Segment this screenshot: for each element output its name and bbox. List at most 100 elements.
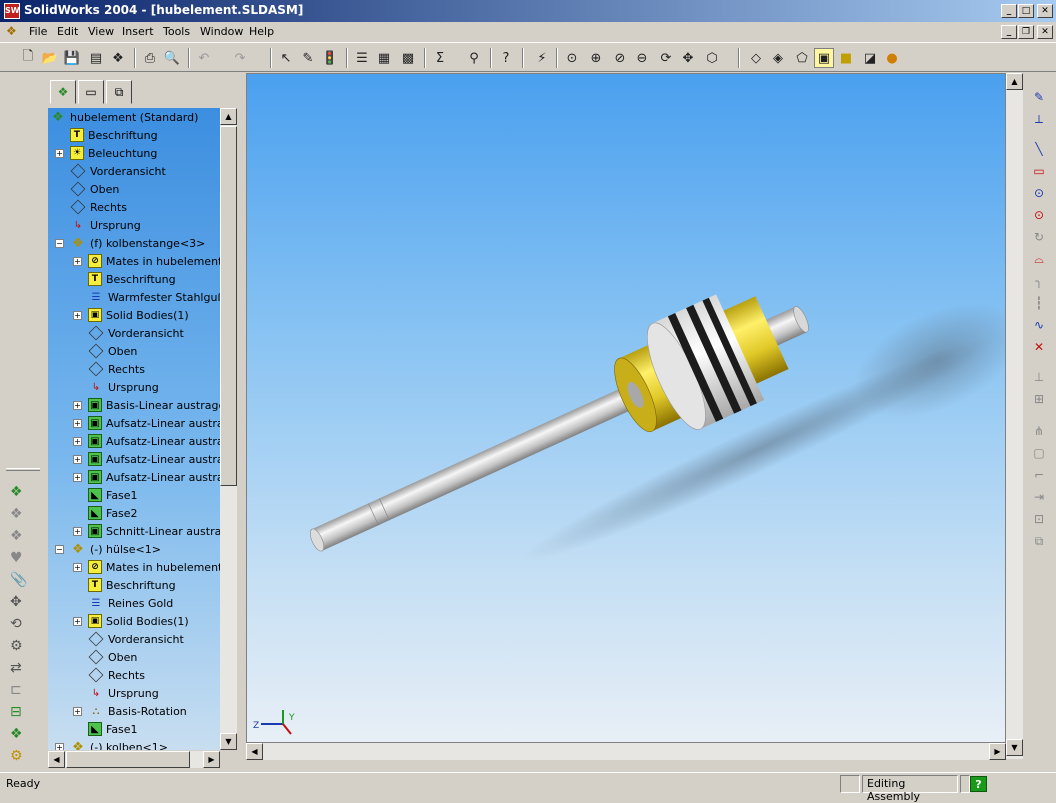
tree-item[interactable]: ▣ Basis-Linear austragen <box>88 396 220 414</box>
tree-item[interactable]: ◣ Fase1 <box>88 720 138 738</box>
tree-item[interactable]: Oben <box>70 180 119 198</box>
color-icon[interactable]: ▦ <box>374 48 394 68</box>
solidworks-icon[interactable]: SW <box>4 3 20 19</box>
tree-item[interactable]: Vorderansicht <box>70 162 166 180</box>
point-icon[interactable]: ✕ <box>1030 338 1048 356</box>
tree-item[interactable]: ▣ Aufsatz-Linear austragen <box>88 450 220 468</box>
hidden-lines-removed-icon[interactable]: ⬠ <box>792 48 812 68</box>
expand-icon[interactable]: + <box>73 419 82 428</box>
new-icon[interactable]: 🗋 <box>18 48 38 68</box>
maximize-button[interactable]: □ <box>1018 4 1034 18</box>
scroll-up-button[interactable]: ▲ <box>1006 73 1023 90</box>
tree-item[interactable]: T Beschriftung <box>88 270 176 288</box>
simulation-icon[interactable]: ⚙ <box>10 748 23 764</box>
help-icon[interactable]: ? <box>496 48 516 68</box>
tree-item[interactable]: ☰ Reines Gold <box>88 594 174 612</box>
redo-icon[interactable]: ↷ <box>230 48 250 68</box>
expand-icon[interactable]: + <box>55 149 64 158</box>
print-preview-icon[interactable]: 🔍 <box>162 48 182 68</box>
offset-entities-icon[interactable]: ▢ <box>1030 444 1048 462</box>
expand-icon[interactable]: + <box>73 527 82 536</box>
tree-item[interactable]: Oben <box>88 342 137 360</box>
trim-icon[interactable]: ⌐ <box>1030 466 1048 484</box>
graphics-area[interactable]: Z Y <box>246 73 1006 743</box>
menu-tools[interactable]: Tools <box>163 25 190 38</box>
move-component-icon[interactable]: ✥ <box>10 594 22 610</box>
tree-item[interactable]: ❖ (-) hülse<1> <box>70 540 161 558</box>
doc-minimize-button[interactable]: _ <box>1001 25 1017 39</box>
sketch-icon[interactable]: ✎ <box>298 48 318 68</box>
rebuild-icon[interactable]: 🚦 <box>320 48 340 68</box>
expand-icon[interactable]: + <box>55 743 64 750</box>
tree-item[interactable]: Rechts <box>88 360 145 378</box>
assembly-features-icon[interactable]: ❖ <box>10 726 23 742</box>
mate-icon[interactable]: 📎 <box>10 572 27 588</box>
pan-icon[interactable]: ✥ <box>678 48 698 68</box>
expand-icon[interactable]: + <box>73 563 82 572</box>
doc-close-button[interactable]: ✕ <box>1037 25 1053 39</box>
rectangle-icon[interactable]: ▭ <box>1030 162 1048 180</box>
tree-item[interactable]: ▣ Aufsatz-Linear austragen <box>88 432 220 450</box>
tree-item[interactable]: T Beschriftung <box>88 576 176 594</box>
linear-pattern-icon[interactable]: ⧉ <box>1030 532 1048 550</box>
smart-mates-icon[interactable]: ⚡ <box>532 48 552 68</box>
scroll-down-button[interactable]: ▼ <box>220 733 237 750</box>
select-icon[interactable]: ↖ <box>276 48 296 68</box>
tree-item[interactable]: ▣ Aufsatz-Linear austragen <box>88 468 220 486</box>
tangent-arc-icon[interactable]: ↻ <box>1030 228 1048 246</box>
doc-restore-button[interactable]: ❐ <box>1018 25 1034 39</box>
options-icon[interactable]: ☰ <box>352 48 372 68</box>
hidden-lines-visible-icon[interactable]: ◈ <box>768 48 788 68</box>
expand-icon[interactable]: + <box>73 473 82 482</box>
shadows-icon[interactable]: ◪ <box>860 48 880 68</box>
zoom-area-icon[interactable]: ⊕ <box>586 48 606 68</box>
tree-item[interactable]: ▣ Solid Bodies(1) <box>88 612 189 630</box>
collapse-icon[interactable]: − <box>55 239 64 248</box>
change-suppression-icon[interactable]: ❖ <box>10 528 23 544</box>
propertymanager-tab-icon[interactable]: ▭ <box>78 80 104 104</box>
scroll-thumb[interactable] <box>220 126 237 486</box>
viewport-vertical-scrollbar[interactable]: ▲ ▼ <box>1006 73 1023 759</box>
expand-icon[interactable]: + <box>73 401 82 410</box>
viewport-horizontal-scrollbar[interactable]: ◀ ▶ <box>246 743 1006 760</box>
sketch-fillet-icon[interactable]: ╮ <box>1030 272 1048 290</box>
document-icon[interactable]: ❖ <box>6 24 22 40</box>
menu-edit[interactable]: Edit <box>57 25 78 38</box>
tree-item[interactable]: ▣ Aufsatz-Linear austragen <box>88 414 220 432</box>
view-orientation-icon[interactable]: ⬡ <box>702 48 722 68</box>
help-icon[interactable]: ? <box>970 776 987 792</box>
tree-item[interactable]: Rechts <box>88 666 145 684</box>
edit-component-icon[interactable]: ♥ <box>10 550 23 566</box>
open-icon[interactable]: 📂 <box>40 48 60 68</box>
zoom-selection-icon[interactable]: ⊖ <box>632 48 652 68</box>
save-icon[interactable]: 💾 <box>62 48 82 68</box>
menu-file[interactable]: File <box>29 25 47 38</box>
smart-dimension-icon[interactable]: ⟂ <box>1030 110 1048 128</box>
tree-item[interactable]: ↳ Ursprung <box>88 378 159 396</box>
centerline-icon[interactable]: ┆ <box>1030 294 1048 312</box>
tree-item[interactable]: T Beschriftung <box>70 126 158 144</box>
realview-icon[interactable]: ● <box>882 48 902 68</box>
shaded-icon[interactable]: ■ <box>836 48 856 68</box>
tree-item[interactable]: Oben <box>88 648 137 666</box>
undo-icon[interactable]: ↶ <box>194 48 214 68</box>
mirror-icon[interactable]: ⋔ <box>1030 422 1048 440</box>
zoom-in-out-icon[interactable]: ⊘ <box>610 48 630 68</box>
menu-window[interactable]: Window <box>200 25 243 38</box>
hide-show-icon[interactable]: ❖ <box>10 506 23 522</box>
spline-icon[interactable]: ∿ <box>1030 316 1048 334</box>
menu-insert[interactable]: Insert <box>122 25 154 38</box>
sketch-icon[interactable]: ✎ <box>1030 88 1048 106</box>
make-assembly-icon[interactable]: ❖ <box>108 48 128 68</box>
rotate-icon[interactable]: ⟳ <box>656 48 676 68</box>
filter-icon[interactable]: ⚲ <box>464 48 484 68</box>
tree-item[interactable]: ☰ Warmfester Stahlguß <box>88 288 220 306</box>
scroll-down-button[interactable]: ▼ <box>1006 739 1023 756</box>
rotate-component-icon[interactable]: ⟲ <box>10 616 22 632</box>
tree-item[interactable]: ⊘ Mates in hubelement <box>88 252 220 270</box>
menu-view[interactable]: View <box>88 25 114 38</box>
smart-fasteners-icon[interactable]: ⚙ <box>10 638 23 654</box>
tree-item[interactable]: ⛬ Basis-Rotation <box>88 702 187 720</box>
tree-item[interactable]: Vorderansicht <box>88 324 184 342</box>
tree-item[interactable]: ◣ Fase1 <box>88 486 138 504</box>
